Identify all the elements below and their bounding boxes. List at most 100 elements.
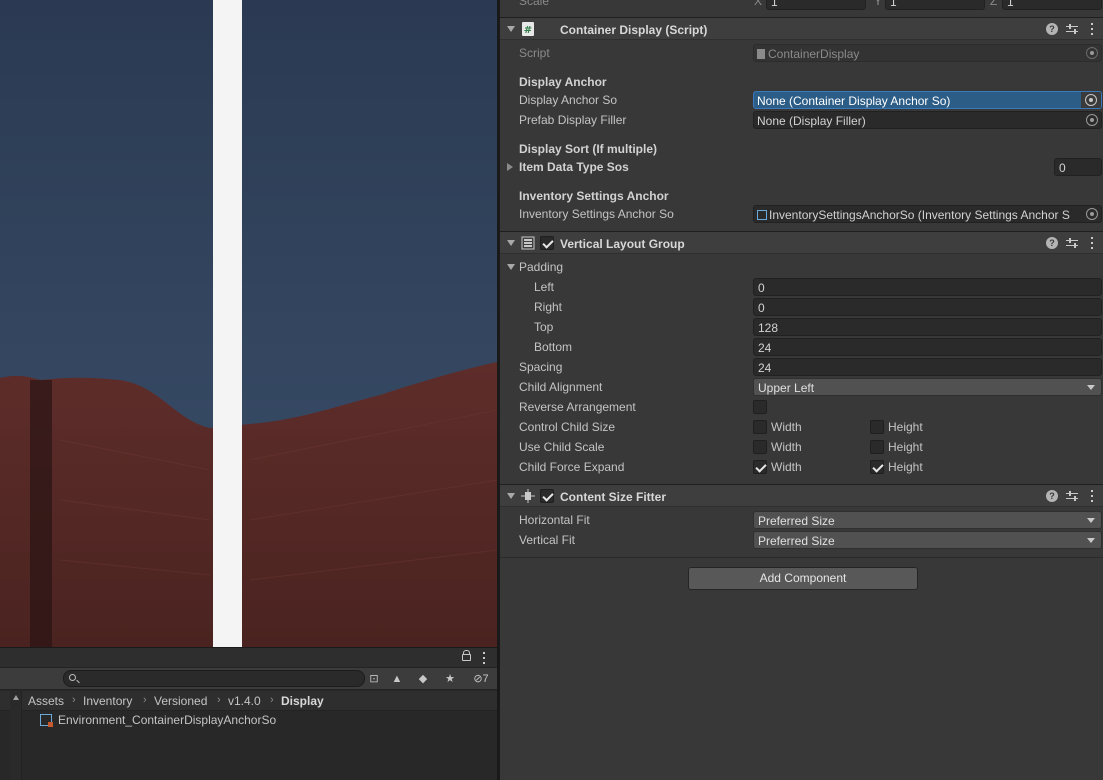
scriptable-object-icon xyxy=(40,714,53,727)
breadcrumb-item[interactable]: Assets xyxy=(28,694,64,708)
control-child-size-height-checkbox[interactable] xyxy=(870,420,884,434)
breadcrumb-item[interactable]: Inventory xyxy=(83,694,132,708)
filter-by-type-icon[interactable]: ▲ xyxy=(389,671,405,687)
hidden-packages-icon[interactable]: ⊘7 xyxy=(467,671,495,687)
breadcrumb-item[interactable]: v1.4.0 xyxy=(228,694,261,708)
hidden-count: 7 xyxy=(482,673,489,685)
child-force-expand-width-checkbox[interactable] xyxy=(753,460,767,474)
section-display-sort: Display Sort (If multiple) xyxy=(519,142,658,156)
item-data-type-sos-row[interactable]: Item Data Type Sos 0 xyxy=(500,157,1103,177)
horizontal-fit-dropdown[interactable]: Preferred Size xyxy=(753,511,1102,529)
child-force-expand-row: Child Force Expand Width Height xyxy=(500,457,1103,477)
fold-arrow-icon[interactable] xyxy=(507,240,515,246)
fold-arrow-icon[interactable] xyxy=(507,493,515,499)
scale-x-field[interactable]: 1 xyxy=(766,0,866,10)
tree-scrollbar[interactable] xyxy=(10,691,22,780)
search-icon xyxy=(69,674,76,681)
scale-label: Scale xyxy=(519,0,550,8)
search-by-type-icon[interactable]: ⊡ xyxy=(366,671,382,687)
display-anchor-so-label: Display Anchor So xyxy=(519,93,618,107)
chevron-right-icon: › xyxy=(217,694,221,706)
script-file-icon xyxy=(757,49,765,59)
container-display-header[interactable]: # Container Display (Script) ? xyxy=(500,17,1103,40)
padding-top-field[interactable]: 128 xyxy=(753,318,1102,336)
horizontal-fit-value: Preferred Size xyxy=(758,514,835,528)
script-row: Script ContainerDisplay xyxy=(500,43,1103,63)
section-header-row: Display Anchor xyxy=(500,72,1103,92)
fold-arrow-icon[interactable] xyxy=(507,26,515,32)
child-alignment-value: Upper Left xyxy=(758,381,815,395)
kebab-menu-icon[interactable] xyxy=(1086,237,1098,249)
scene-wall-render xyxy=(0,362,497,647)
presets-icon[interactable] xyxy=(1066,490,1078,502)
spacing-label: Spacing xyxy=(519,360,563,374)
kebab-menu-icon[interactable] xyxy=(1086,23,1098,35)
favorites-star-icon[interactable]: ★ xyxy=(442,671,458,687)
chevron-down-icon xyxy=(1087,385,1095,390)
height-label: Height xyxy=(888,440,923,454)
foldout-arrow-icon[interactable] xyxy=(507,163,513,171)
filter-by-label-icon[interactable]: ◆ xyxy=(415,671,431,687)
object-picker-icon[interactable] xyxy=(1081,92,1101,108)
display-anchor-so-value: None (Container Display Anchor So) xyxy=(757,94,951,108)
display-anchor-so-field[interactable]: None (Container Display Anchor So) xyxy=(753,91,1102,109)
scriptable-object-icon xyxy=(757,210,767,220)
reverse-arrangement-checkbox[interactable] xyxy=(753,400,767,414)
width-label: Width xyxy=(771,440,802,454)
chevron-right-icon: › xyxy=(270,694,274,706)
object-picker-icon[interactable] xyxy=(1086,208,1098,220)
spacing-field[interactable]: 24 xyxy=(753,358,1102,376)
chevron-down-icon xyxy=(1087,518,1095,523)
use-child-scale-height-checkbox[interactable] xyxy=(870,440,884,454)
inventory-settings-anchor-so-field[interactable]: InventorySettingsAnchorSo (Inventory Set… xyxy=(753,205,1102,223)
foldout-arrow-icon[interactable] xyxy=(507,264,515,270)
breadcrumb-current[interactable]: Display xyxy=(281,694,324,708)
scene-view[interactable] xyxy=(0,0,497,647)
breadcrumb-item[interactable]: Versioned xyxy=(154,694,207,708)
vertical-fit-dropdown[interactable]: Preferred Size xyxy=(753,531,1102,549)
object-picker-icon[interactable] xyxy=(1086,114,1098,126)
script-field: ContainerDisplay xyxy=(753,44,1102,62)
padding-row[interactable]: Padding xyxy=(500,257,1103,277)
child-force-expand-height-checkbox[interactable] xyxy=(870,460,884,474)
search-input[interactable] xyxy=(63,670,365,687)
scroll-up-icon[interactable] xyxy=(13,695,19,700)
lock-shackle-icon xyxy=(463,650,470,655)
use-child-scale-label: Use Child Scale xyxy=(519,440,605,454)
scale-z-field[interactable]: 1 xyxy=(1002,0,1102,10)
control-child-size-row: Control Child Size Width Height xyxy=(500,417,1103,437)
presets-icon[interactable] xyxy=(1066,23,1078,35)
padding-bottom-field[interactable]: 24 xyxy=(753,338,1102,356)
help-icon[interactable]: ? xyxy=(1046,237,1058,249)
component-enabled-checkbox[interactable] xyxy=(540,236,554,250)
item-data-type-sos-label[interactable]: Item Data Type Sos xyxy=(519,160,629,174)
left-label: Left xyxy=(534,280,555,294)
help-icon[interactable]: ? xyxy=(1046,23,1058,35)
padding-left-row: Left 0 xyxy=(500,277,1103,297)
padding-left-field[interactable]: 0 xyxy=(753,278,1102,296)
kebab-menu-icon[interactable] xyxy=(478,652,490,664)
help-icon[interactable]: ? xyxy=(1046,490,1058,502)
vertical-layout-group-header[interactable]: Vertical Layout Group ? xyxy=(500,231,1103,254)
vertical-fit-label: Vertical Fit xyxy=(519,533,576,547)
padding-label[interactable]: Padding xyxy=(519,260,563,274)
script-hash-icon: # xyxy=(522,22,534,36)
reverse-arrangement-label: Reverse Arrangement xyxy=(519,400,636,414)
content-size-fitter-header[interactable]: Content Size Fitter ? xyxy=(500,484,1103,507)
horizontal-fit-label: Horizontal Fit xyxy=(519,513,590,527)
bottom-label: Bottom xyxy=(534,340,573,354)
lock-icon[interactable] xyxy=(462,654,471,661)
use-child-scale-width-checkbox[interactable] xyxy=(753,440,767,454)
array-size-field[interactable]: 0 xyxy=(1054,158,1102,176)
control-child-size-width-checkbox[interactable] xyxy=(753,420,767,434)
prefab-display-filler-field[interactable]: None (Display Filler) xyxy=(753,111,1102,129)
presets-icon[interactable] xyxy=(1066,237,1078,249)
component-enabled-checkbox[interactable] xyxy=(540,489,554,503)
scale-y-field[interactable]: 1 xyxy=(885,0,985,10)
scale-z-label: Z xyxy=(990,0,998,8)
add-component-button[interactable]: Add Component xyxy=(688,567,918,590)
padding-right-field[interactable]: 0 xyxy=(753,298,1102,316)
child-alignment-dropdown[interactable]: Upper Left xyxy=(753,378,1102,396)
section-divider xyxy=(500,557,1103,558)
kebab-menu-icon[interactable] xyxy=(1086,490,1098,502)
